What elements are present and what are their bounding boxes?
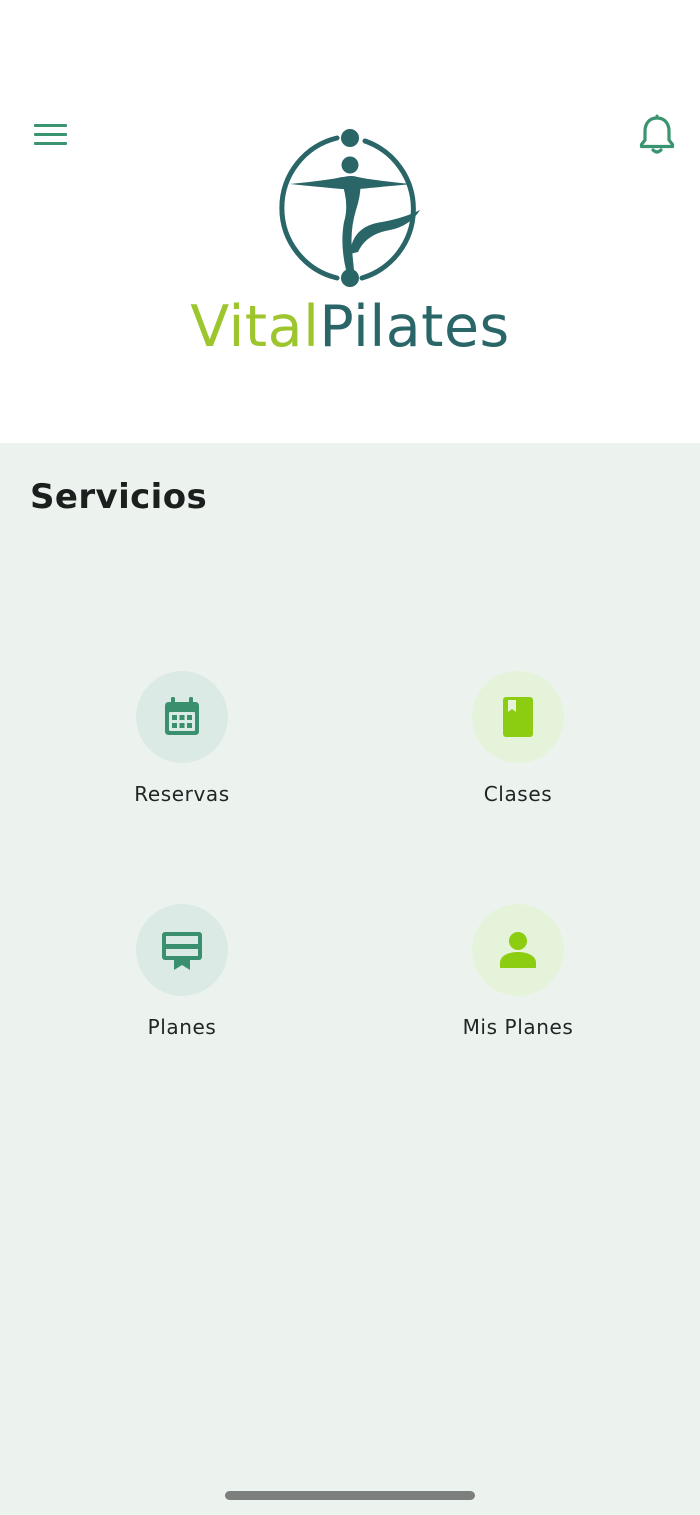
book-icon [503, 697, 533, 737]
service-icon-circle [472, 904, 564, 996]
service-label: Mis Planes [462, 1015, 574, 1039]
service-label: Planes [147, 1015, 217, 1039]
notifications-button[interactable] [636, 112, 678, 158]
app-header: VitalPilates [0, 0, 700, 443]
card-membership-icon [162, 932, 202, 970]
home-indicator[interactable] [225, 1491, 475, 1500]
service-label: Clases [483, 782, 553, 806]
service-mis-planes[interactable]: Mis Planes [398, 904, 638, 1054]
service-label: Reservas [134, 782, 230, 806]
pilates-figure-logo-icon [279, 129, 420, 287]
service-reservas[interactable]: Reservas [62, 671, 302, 821]
section-title: Servicios [30, 477, 208, 517]
brand-name-part-2: Pilates [319, 294, 510, 360]
vital-pilates-logo: VitalPilates [0, 0, 700, 443]
service-planes[interactable]: Planes [62, 904, 302, 1054]
service-icon-circle [472, 671, 564, 763]
brand-name-part-1: Vital [190, 294, 320, 360]
bell-icon [639, 114, 675, 154]
calendar-icon [165, 697, 199, 735]
person-icon [500, 932, 536, 968]
service-icon-circle [136, 904, 228, 996]
service-icon-circle [136, 671, 228, 763]
service-clases[interactable]: Clases [398, 671, 638, 821]
brand-name: VitalPilates [0, 291, 700, 363]
